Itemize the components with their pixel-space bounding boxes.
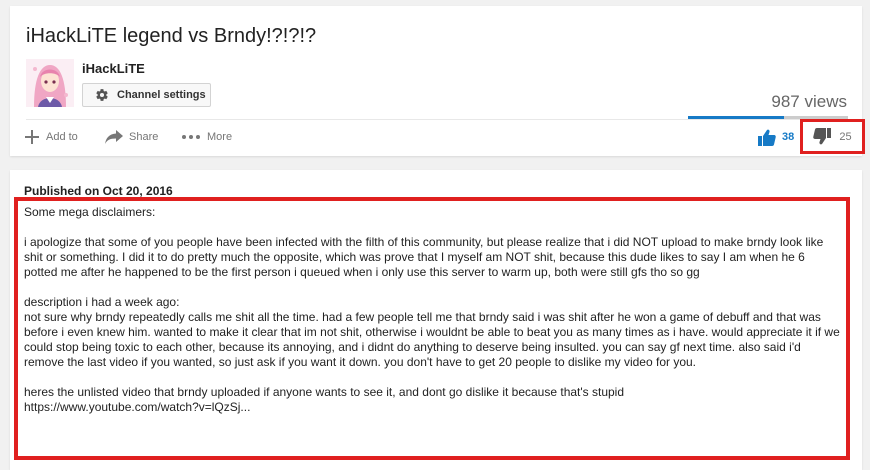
description-card: Published on Oct 20, 2016 Some mega disc… [10, 170, 862, 470]
gear-icon [96, 89, 108, 101]
like-count: 38 [782, 131, 795, 143]
description-paragraph-3: heres the unlisted video that brndy uplo… [24, 385, 625, 399]
share-icon [105, 130, 123, 144]
channel-settings-button[interactable]: Channel settings [82, 83, 211, 107]
description-highlight-box: Some mega disclaimers: i apologize that … [14, 197, 850, 460]
description-paragraph-1: i apologize that some of you people have… [24, 235, 824, 279]
add-to-button[interactable]: Add to [24, 126, 78, 148]
anime-avatar-icon [26, 59, 74, 107]
publish-date: Published on Oct 20, 2016 [24, 184, 173, 198]
description-heading: Some mega disclaimers: [24, 205, 156, 219]
more-dots-icon [182, 135, 200, 139]
video-info-card: iHackLiTE legend vs Brndy!?!?!? iHackLiT… [10, 6, 865, 156]
share-button[interactable]: Share [105, 126, 158, 148]
dislike-count: 25 [839, 130, 852, 143]
thumbs-up-icon [758, 129, 776, 146]
plus-icon [25, 130, 39, 144]
thumbs-down-icon [813, 128, 832, 145]
channel-settings-label: Channel settings [117, 89, 206, 101]
like-button[interactable]: 38 [758, 126, 794, 148]
channel-avatar[interactable] [26, 59, 74, 107]
view-count: 987 views [771, 92, 847, 111]
more-label: More [207, 131, 233, 143]
add-to-label: Add to [46, 131, 78, 143]
channel-name[interactable]: iHackLiTE [82, 61, 145, 76]
description-link[interactable]: https://www.youtube.com/watch?v=lQzSj... [24, 400, 250, 414]
more-button[interactable]: More [181, 126, 232, 148]
share-label: Share [129, 131, 159, 143]
description-paragraph-2-title: description i had a week ago: [24, 295, 180, 309]
divider [26, 119, 846, 120]
description-paragraph-2: not sure why brndy repeatedly calls me s… [24, 310, 840, 369]
video-title: iHackLiTE legend vs Brndy!?!?!? [26, 25, 317, 47]
dislike-button[interactable]: 25 [800, 119, 865, 154]
